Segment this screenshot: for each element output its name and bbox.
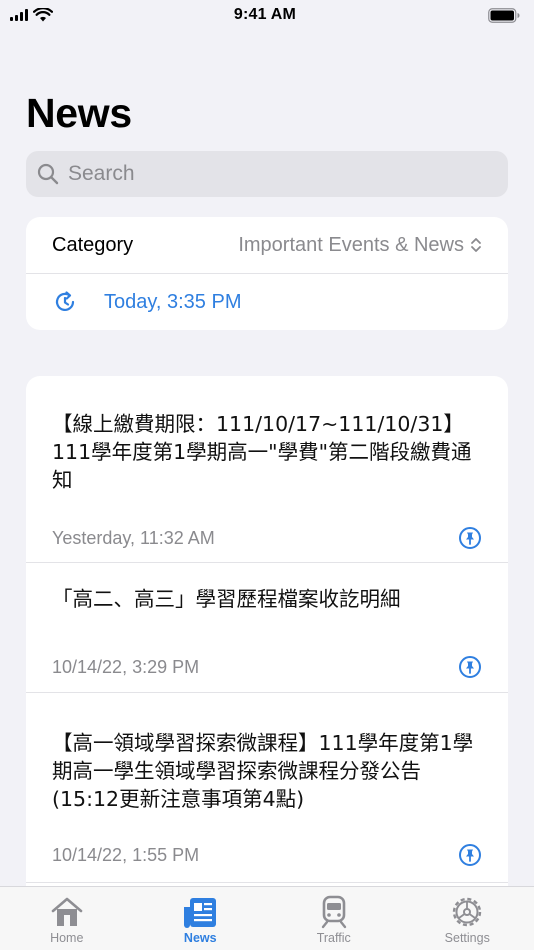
pin-icon[interactable] [458,843,482,867]
category-row[interactable]: Category Important Events & News [26,217,508,274]
status-left [10,8,110,22]
tab-traffic[interactable]: Traffic [267,887,401,950]
category-picker[interactable]: Important Events & News [238,234,482,257]
search-bar[interactable] [26,151,508,197]
news-meta: Yesterday, 11:32 AM [52,526,482,550]
tab-settings[interactable]: Settings [401,887,534,950]
last-updated-label: Today, 3:35 PM [104,290,242,313]
wifi-icon [33,8,53,22]
news-title: 【高一領域學習探索微課程】111學年度第1學期高一學生領域學習探索微課程分發公告… [52,731,474,811]
news-meta: 10/14/22, 3:29 PM [52,655,482,679]
news-item[interactable]: 【高一領域學習探索微課程】111學年度第1學期高一學生領域學習探索微課程分發公告… [26,693,508,883]
filter-card: Category Important Events & News Today, … [26,217,508,330]
news-item[interactable]: 「高二、高三」學習歷程檔案收訖明細 10/14/22, 3:29 PM [26,563,508,693]
status-time: 9:41 AM [233,6,297,23]
category-label: Category [52,233,134,256]
pin-icon[interactable] [458,526,482,550]
news-title: 「高二、高三」學習歷程檔案收訖明細 [52,587,401,611]
tab-home[interactable]: Home [0,887,134,950]
news-title: 【線上繳費期限：111/10/17~111/10/31】111學年度第1學期高一… [52,412,472,492]
status-right [420,7,520,23]
tab-label: Settings [444,931,490,945]
house-icon [51,897,83,926]
train-icon [321,895,346,929]
search-input[interactable] [68,162,488,186]
news-list: 【線上繳費期限：111/10/17~111/10/31】111學年度第1學期高一… [26,376,508,896]
news-date: Yesterday, 11:32 AM [52,527,215,548]
search-icon [37,163,59,185]
news-date: 10/14/22, 3:29 PM [52,656,200,677]
status-bar: 9:41 AM [0,0,534,30]
news-date: 10/14/22, 1:55 PM [52,844,200,865]
gear-icon [453,897,482,927]
page-title: News [26,90,132,136]
category-value: Important Events & News [238,233,464,256]
news-item[interactable]: 【線上繳費期限：111/10/17~111/10/31】111學年度第1學期高一… [26,376,508,563]
tab-label: Traffic [316,931,351,945]
battery-icon [488,7,520,23]
last-updated-row[interactable]: Today, 3:35 PM [26,274,508,330]
tab-bar: Home News Traffic Settings [0,886,534,950]
tab-label: News [183,931,217,945]
pin-icon[interactable] [458,655,482,679]
refresh-clock-icon [55,291,75,311]
cellular-signal-icon [10,9,28,21]
chevron-up-down-icon [471,238,481,252]
news-meta: 10/14/22, 1:55 PM [52,843,482,867]
tab-news[interactable]: News [134,887,268,950]
newspaper-icon [184,898,217,928]
tab-label: Home [50,931,84,945]
